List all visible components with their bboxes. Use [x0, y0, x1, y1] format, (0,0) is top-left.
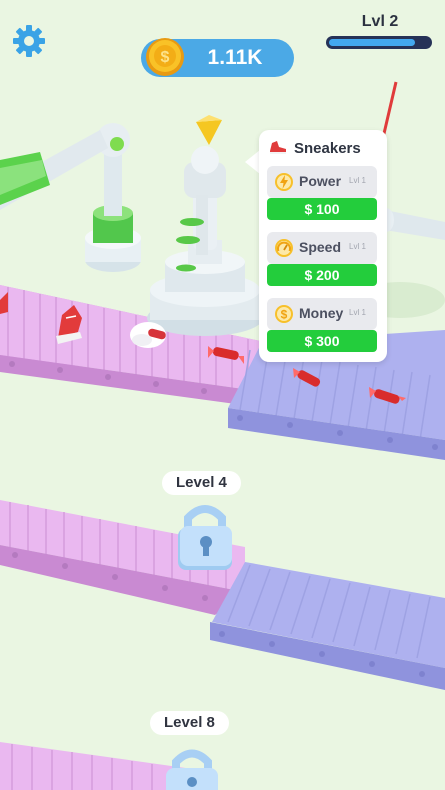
upgrade-card: Power Lvl 1 [267, 166, 377, 198]
level-progress-bar [326, 36, 432, 49]
padlock-icon [178, 505, 232, 570]
sneaker-machine [147, 115, 263, 336]
buy-power-button[interactable]: $ 100 [267, 198, 377, 220]
popup-title: Sneakers [294, 140, 361, 157]
upgrade-power: Power Lvl 1 $ 100 [267, 166, 377, 220]
svg-text:$: $ [281, 308, 288, 322]
buy-money-button[interactable]: $ 300 [267, 330, 377, 352]
upgrade-popup: Sneakers Power Lvl 1 $ 100 Speed Lvl 1 $… [259, 130, 387, 362]
factory-scene [0, 81, 445, 790]
dollar-coin-icon: $ [275, 305, 293, 323]
upgrade-money: $ Money Lvl 1 $ 300 [267, 298, 377, 352]
buy-speed-button[interactable]: $ 200 [267, 264, 377, 286]
locked-level-label[interactable]: Level 8 [150, 711, 229, 735]
currency-amount: 1.11K [207, 46, 263, 69]
svg-text:$: $ [161, 49, 170, 66]
robot-arm-right [378, 208, 445, 240]
locked-level-label[interactable]: Level 4 [162, 471, 241, 495]
gold-coin-icon: $ [146, 38, 184, 76]
lightning-icon [275, 173, 293, 191]
settings-gear-icon[interactable] [10, 22, 48, 60]
player-level-label: Lvl 2 [361, 13, 399, 30]
upgrade-card: Speed Lvl 1 [267, 232, 377, 264]
speedometer-icon [275, 239, 293, 257]
upgrade-name: Speed [299, 239, 342, 255]
upgrade-speed: Speed Lvl 1 $ 200 [267, 232, 377, 286]
upgrade-card: $ Money Lvl 1 [267, 298, 377, 330]
popup-pointer [245, 150, 260, 174]
sneaker-icon [270, 141, 286, 154]
upgrade-name: Power [299, 173, 342, 189]
upgrade-level: Lvl 1 [349, 176, 366, 185]
upgrade-name: Money [299, 305, 344, 321]
conveyor-belt-4 [210, 562, 445, 690]
padlock-icon [166, 749, 218, 790]
robot-arm-left [0, 123, 141, 272]
level-progress-fill [329, 39, 416, 46]
upgrade-level: Lvl 1 [349, 308, 366, 317]
upgrade-level: Lvl 1 [349, 242, 366, 251]
